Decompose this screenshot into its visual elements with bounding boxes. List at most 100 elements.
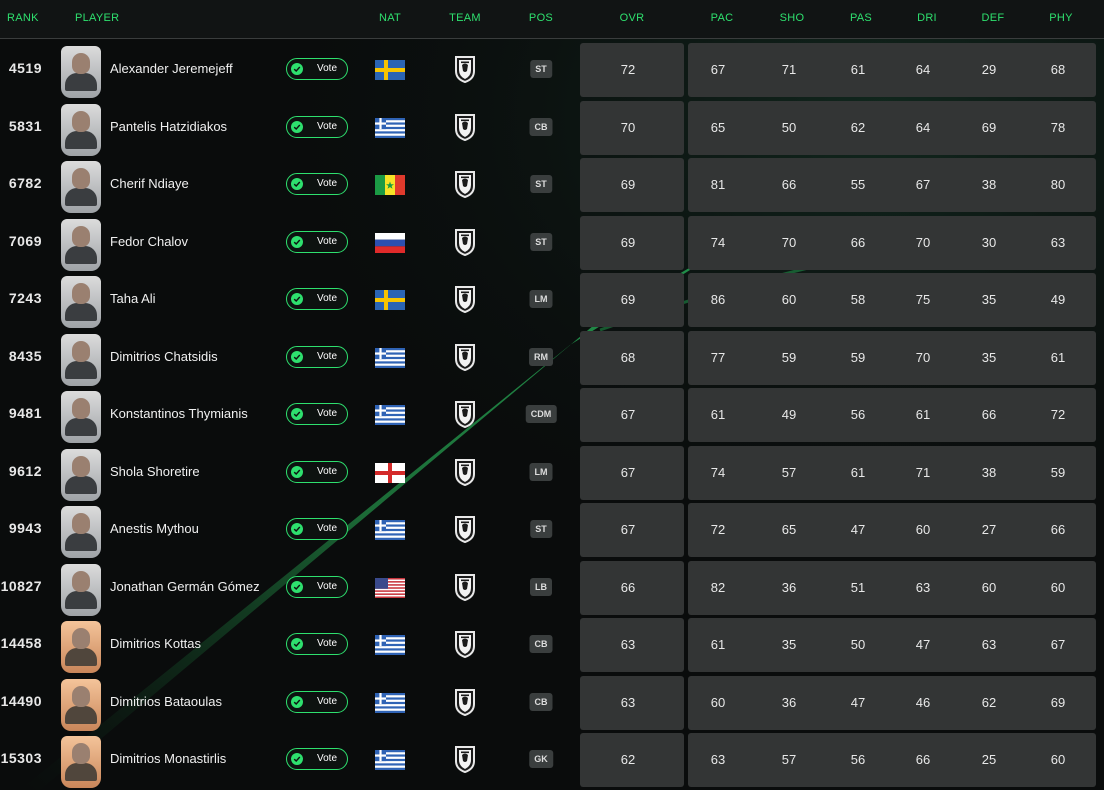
player-name[interactable]: Dimitrios Kottas xyxy=(110,636,201,651)
header-phy[interactable]: PHY xyxy=(1049,12,1073,24)
player-card-avatar[interactable] xyxy=(61,563,101,616)
player-name[interactable]: Dimitrios Monastirlis xyxy=(110,751,226,766)
team-crest-icon[interactable] xyxy=(454,285,476,314)
player-card-avatar[interactable] xyxy=(61,391,101,443)
table-row[interactable]: 7243 Taha Ali Vote LM 69 86 60 58 75 35 49 xyxy=(0,270,1104,328)
vote-button[interactable]: Vote xyxy=(286,173,348,195)
sho-value: 50 xyxy=(781,119,797,135)
vote-button[interactable]: Vote xyxy=(286,518,348,540)
england-flag-icon[interactable] xyxy=(375,462,405,483)
table-row[interactable]: 6782 Cherif Ndiaye Vote ST 69 81 66 55 67 38 80 xyxy=(0,155,1104,213)
table-row[interactable]: 4519 Alexander Jeremejeff Vote ST 72 67 71 61 64… xyxy=(0,40,1104,98)
greece-flag-icon[interactable] xyxy=(375,347,405,368)
vote-button[interactable]: Vote xyxy=(286,460,348,483)
team-crest-icon[interactable] xyxy=(454,343,476,371)
vote-button[interactable]: Vote xyxy=(286,288,348,310)
team-crest-icon[interactable] xyxy=(454,688,476,716)
player-name[interactable]: Anestis Mythou xyxy=(110,521,199,536)
header-def[interactable]: DEF xyxy=(982,12,1005,24)
player-name[interactable]: Pantelis Hatzidiakos xyxy=(110,119,227,134)
header-pac[interactable]: PAC xyxy=(711,12,734,24)
vote-button[interactable]: Vote xyxy=(286,230,348,253)
team-crest-icon[interactable] xyxy=(454,400,476,429)
header-team[interactable]: TEAM xyxy=(449,12,481,24)
player-name[interactable]: Jonathan Germán Gómez xyxy=(110,579,260,594)
def-value: 38 xyxy=(981,177,997,192)
header-pas[interactable]: PAS xyxy=(850,12,872,24)
player-card-avatar[interactable] xyxy=(61,621,101,673)
vote-button[interactable]: Vote xyxy=(286,748,348,770)
sweden-flag-icon[interactable] xyxy=(375,290,405,310)
table-row[interactable]: 10827 Jonathan Germán Gómez Vote LB 66 82 36 51… xyxy=(0,558,1104,616)
player-name[interactable]: Cherif Ndiaye xyxy=(110,176,189,191)
header-pos[interactable]: POS xyxy=(529,12,553,24)
vote-button[interactable]: Vote xyxy=(286,575,348,598)
table-row[interactable]: 9943 Anestis Mythou Vote ST 67 72 65 47 60 27 66 xyxy=(0,500,1104,558)
player-name[interactable]: Dimitrios Chatsidis xyxy=(110,349,218,364)
team-crest-icon[interactable] xyxy=(454,745,476,774)
player-card-avatar[interactable] xyxy=(61,103,101,156)
team-crest-icon[interactable] xyxy=(454,170,476,199)
table-row[interactable]: 15303 Dimitrios Monastirlis Vote GK 62 63 57 56… xyxy=(0,730,1104,788)
team-crest-icon[interactable] xyxy=(454,630,476,659)
player-card-avatar[interactable] xyxy=(61,161,101,213)
vote-button[interactable]: Vote xyxy=(286,690,348,713)
greece-flag-icon[interactable] xyxy=(375,692,405,713)
player-card-avatar[interactable] xyxy=(61,506,101,558)
senegal-flag-icon[interactable] xyxy=(375,175,405,195)
player-name[interactable]: Fedor Chalov xyxy=(110,234,188,249)
vote-button[interactable]: Vote xyxy=(286,633,348,655)
position-badge: ST xyxy=(530,175,552,193)
player-card-avatar[interactable] xyxy=(61,678,101,731)
def-value: 29 xyxy=(981,62,997,77)
greece-flag-icon[interactable] xyxy=(375,635,405,655)
russia-flag-icon[interactable] xyxy=(375,232,405,253)
player-name[interactable]: Taha Ali xyxy=(110,291,156,306)
table-row[interactable]: 9612 Shola Shoretire Vote LM 67 74 57 61 71 38 59 xyxy=(0,443,1104,501)
pac-value: 86 xyxy=(710,292,726,307)
vote-button[interactable]: Vote xyxy=(286,115,348,138)
stats-cell xyxy=(688,100,1096,155)
vote-button[interactable]: Vote xyxy=(286,345,348,368)
player-card-avatar[interactable] xyxy=(61,736,101,788)
greece-flag-icon[interactable] xyxy=(375,520,405,540)
player-card-avatar[interactable] xyxy=(61,46,101,98)
header-nat[interactable]: NAT xyxy=(379,12,401,24)
player-card-avatar[interactable] xyxy=(61,448,101,501)
team-crest-icon[interactable] xyxy=(454,515,476,544)
vote-button[interactable]: Vote xyxy=(286,403,348,425)
table-row[interactable]: 14458 Dimitrios Kottas Vote CB 63 61 35 50 47 63 6… xyxy=(0,615,1104,673)
header-sho[interactable]: SHO xyxy=(780,12,805,24)
team-crest-icon[interactable] xyxy=(454,573,476,601)
pac-value: 61 xyxy=(710,637,726,652)
greece-flag-icon[interactable] xyxy=(375,750,405,770)
player-name[interactable]: Konstantinos Thymianis xyxy=(110,406,248,421)
player-name[interactable]: Dimitrios Bataoulas xyxy=(110,694,222,709)
header-ovr[interactable]: OVR xyxy=(620,12,645,24)
table-row[interactable]: 9481 Konstantinos Thymianis Vote CDM 67 61 49 5… xyxy=(0,385,1104,443)
player-name[interactable]: Shola Shoretire xyxy=(110,464,200,479)
header-dri[interactable]: DRI xyxy=(917,12,937,24)
team-crest-icon[interactable] xyxy=(454,228,476,256)
header-rank[interactable]: RANK xyxy=(7,12,39,24)
table-row[interactable]: 7069 Fedor Chalov Vote ST 69 74 70 66 70 30 63 xyxy=(0,213,1104,271)
player-name[interactable]: Alexander Jeremejeff xyxy=(110,61,233,76)
stats-cell xyxy=(688,503,1096,557)
team-crest-icon[interactable] xyxy=(454,113,476,141)
greece-flag-icon[interactable] xyxy=(375,117,405,138)
header-player[interactable]: PLAYER xyxy=(75,12,119,24)
table-row[interactable]: 14490 Dimitrios Bataoulas Vote CB 63 60 36 47 46… xyxy=(0,673,1104,731)
player-card-avatar[interactable] xyxy=(61,333,101,386)
greece-flag-icon[interactable] xyxy=(375,405,405,425)
player-card-avatar[interactable] xyxy=(61,276,101,328)
team-crest-icon[interactable] xyxy=(454,458,476,486)
usa-flag-icon[interactable] xyxy=(375,577,405,598)
team-crest-icon[interactable] xyxy=(454,55,476,84)
table-row[interactable]: 8435 Dimitrios Chatsidis Vote RM 68 77 59 59 70 3… xyxy=(0,328,1104,386)
player-card-avatar[interactable] xyxy=(61,218,101,271)
vote-button[interactable]: Vote xyxy=(286,58,348,80)
pac-value: 72 xyxy=(710,522,726,537)
table-row[interactable]: 5831 Pantelis Hatzidiakos Vote CB 70 65 50 62 64… xyxy=(0,98,1104,156)
dri-value: 70 xyxy=(915,234,931,250)
sweden-flag-icon[interactable] xyxy=(375,60,405,80)
